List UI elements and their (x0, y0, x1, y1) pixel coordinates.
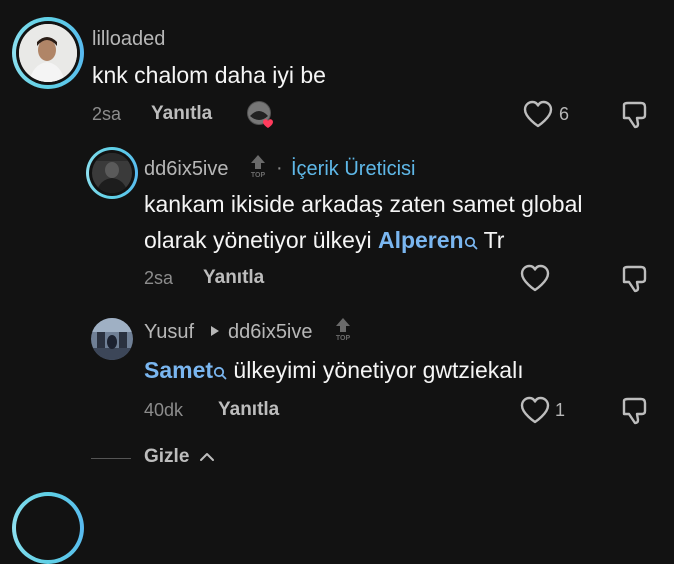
thumbs-down-icon[interactable] (619, 396, 649, 426)
avatar[interactable] (92, 153, 132, 193)
comment-text: knk chalom daha iyi be (92, 62, 326, 88)
heart-icon[interactable] (523, 100, 553, 128)
reply-button[interactable]: Yanıtla (203, 267, 264, 289)
thumbs-down-icon[interactable] (619, 264, 649, 294)
mention-link[interactable]: Samet (144, 357, 213, 383)
creator-liked-avatar (246, 100, 276, 130)
next-avatar-ring-inner (16, 496, 80, 560)
heart-icon[interactable] (520, 264, 550, 292)
creator-label: İçerik Üreticisi (291, 158, 416, 180)
timestamp: 2sa (92, 104, 122, 124)
username[interactable]: lilloaded (92, 28, 165, 51)
top-arrow-icon: TOP (248, 153, 268, 179)
like-count: 6 (559, 104, 570, 124)
username[interactable]: dd6ix5ive (144, 158, 229, 181)
mention-link[interactable]: Alperen (378, 227, 464, 253)
search-icon[interactable] (213, 354, 227, 390)
search-icon[interactable] (464, 224, 478, 260)
avatar[interactable] (19, 24, 77, 82)
caret-right-icon (209, 324, 221, 338)
separator-dot: · (276, 157, 283, 179)
timestamp: 2sa (144, 268, 174, 288)
reply-to-username[interactable]: dd6ix5ive (228, 321, 313, 344)
timestamp: 40dk (144, 400, 184, 420)
svg-text:TOP: TOP (251, 172, 266, 179)
comment-text-prefix: olarak yönetiyor ülkeyi (144, 227, 378, 253)
avatar[interactable] (91, 318, 133, 360)
comment-text-line2: olarak yönetiyor ülkeyi Alperen Tr (144, 222, 504, 260)
svg-text:TOP: TOP (336, 335, 351, 342)
hide-replies-label[interactable]: Gizle (144, 446, 189, 468)
reply-button[interactable]: Yanıtla (151, 103, 212, 125)
username[interactable]: Yusuf (144, 321, 194, 344)
reply-button[interactable]: Yanıtla (218, 399, 279, 421)
comment-text-suffix: Tr (477, 227, 505, 253)
chevron-up-icon[interactable] (199, 450, 215, 462)
like-count: 1 (555, 400, 566, 420)
comment-text: Samet ülkeyimi yönetiyor gwtziekalı (144, 352, 524, 390)
comment-text-line1: kankam ikiside arkadaş zaten samet globa… (144, 191, 583, 217)
comment-text-body: ülkeyimi yönetiyor gwtziekalı (227, 357, 524, 383)
divider (91, 458, 131, 459)
top-arrow-icon: TOP (333, 316, 353, 342)
heart-icon[interactable] (520, 396, 550, 424)
thumbs-down-icon[interactable] (619, 100, 649, 130)
